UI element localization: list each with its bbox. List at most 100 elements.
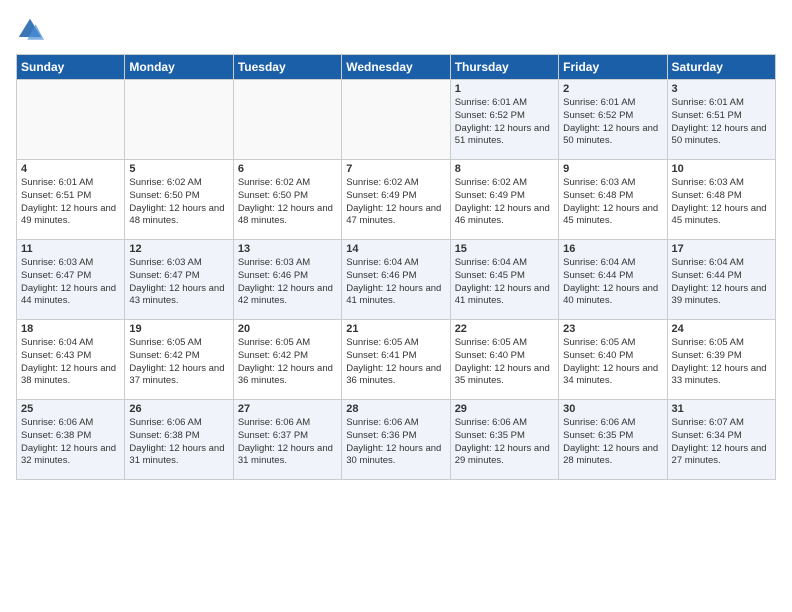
calendar-cell: 4 Sunrise: 6:01 AM Sunset: 6:51 PM Daylig… (17, 160, 125, 240)
cell-info: Sunrise: 6:03 AM Sunset: 6:48 PM Dayligh… (563, 177, 662, 228)
calendar-week-row: 11 Sunrise: 6:03 AM Sunset: 6:47 PM Dayli… (17, 240, 776, 320)
day-number: 20 (238, 323, 337, 335)
calendar-cell: 23 Sunrise: 6:05 AM Sunset: 6:40 PM Dayli… (559, 320, 667, 400)
calendar-cell: 14Sunrise: 6:04 AM Sunset: 6:46 PM Dayli… (342, 240, 450, 320)
day-number: 4 (21, 163, 120, 175)
calendar-cell: 24Sunrise: 6:05 AM Sunset: 6:39 PM Dayli… (667, 320, 775, 400)
day-number: 22 (455, 323, 554, 335)
calendar-cell: 21 Sunrise: 6:05 AM Sunset: 6:41 PM Dayli… (342, 320, 450, 400)
calendar-cell (342, 80, 450, 160)
cell-info: Sunrise: 6:04 AM Sunset: 6:45 PM Dayligh… (455, 257, 554, 308)
page-container: SundayMondayTuesdayWednesdayThursdayFrid… (0, 0, 792, 488)
cell-info: Sunrise: 6:04 AM Sunset: 6:44 PM Dayligh… (672, 257, 771, 308)
calendar-cell (233, 80, 341, 160)
calendar-cell: 7 Sunrise: 6:02 AM Sunset: 6:49 PM Daylig… (342, 160, 450, 240)
calendar-cell: 31 Sunrise: 6:07 AM Sunset: 6:34 PM Dayli… (667, 400, 775, 480)
day-number: 13 (238, 243, 337, 255)
calendar-week-row: 4 Sunrise: 6:01 AM Sunset: 6:51 PM Daylig… (17, 160, 776, 240)
cell-info: Sunrise: 6:05 AM Sunset: 6:42 PM Dayligh… (129, 337, 228, 388)
day-number: 15 (455, 243, 554, 255)
calendar-cell: 16Sunrise: 6:04 AM Sunset: 6:44 PM Dayli… (559, 240, 667, 320)
cell-info: Sunrise: 6:07 AM Sunset: 6:34 PM Dayligh… (672, 417, 771, 468)
cell-info: Sunrise: 6:01 AM Sunset: 6:52 PM Dayligh… (563, 97, 662, 148)
calendar-week-row: 18 Sunrise: 6:04 AM Sunset: 6:43 PM Dayli… (17, 320, 776, 400)
cell-info: Sunrise: 6:06 AM Sunset: 6:38 PM Dayligh… (129, 417, 228, 468)
calendar-cell: 12 Sunrise: 6:03 AM Sunset: 6:47 PM Dayli… (125, 240, 233, 320)
calendar-header-row: SundayMondayTuesdayWednesdayThursdayFrid… (17, 55, 776, 80)
day-number: 12 (129, 243, 228, 255)
calendar-cell: 27 Sunrise: 6:06 AM Sunset: 6:37 PM Dayli… (233, 400, 341, 480)
calendar-cell: 18 Sunrise: 6:04 AM Sunset: 6:43 PM Dayli… (17, 320, 125, 400)
cell-info: Sunrise: 6:03 AM Sunset: 6:47 PM Dayligh… (129, 257, 228, 308)
day-number: 31 (672, 403, 771, 415)
cell-info: Sunrise: 6:02 AM Sunset: 6:49 PM Dayligh… (346, 177, 445, 228)
day-number: 1 (455, 83, 554, 95)
day-number: 21 (346, 323, 445, 335)
calendar-cell (17, 80, 125, 160)
calendar-week-row: 25Sunrise: 6:06 AM Sunset: 6:38 PM Dayli… (17, 400, 776, 480)
cell-info: Sunrise: 6:01 AM Sunset: 6:51 PM Dayligh… (21, 177, 120, 228)
calendar-cell: 26 Sunrise: 6:06 AM Sunset: 6:38 PM Dayli… (125, 400, 233, 480)
cell-info: Sunrise: 6:03 AM Sunset: 6:48 PM Dayligh… (672, 177, 771, 228)
day-number: 23 (563, 323, 662, 335)
day-number: 27 (238, 403, 337, 415)
day-number: 5 (129, 163, 228, 175)
header-friday: Friday (559, 55, 667, 80)
calendar-cell: 8Sunrise: 6:02 AM Sunset: 6:49 PM Daylig… (450, 160, 558, 240)
calendar-cell: 19Sunrise: 6:05 AM Sunset: 6:42 PM Dayli… (125, 320, 233, 400)
day-number: 28 (346, 403, 445, 415)
logo-icon (16, 16, 44, 44)
cell-info: Sunrise: 6:01 AM Sunset: 6:51 PM Dayligh… (672, 97, 771, 148)
cell-info: Sunrise: 6:05 AM Sunset: 6:42 PM Dayligh… (238, 337, 337, 388)
calendar-cell: 28 Sunrise: 6:06 AM Sunset: 6:36 PM Dayli… (342, 400, 450, 480)
day-number: 18 (21, 323, 120, 335)
day-number: 26 (129, 403, 228, 415)
day-number: 8 (455, 163, 554, 175)
header-saturday: Saturday (667, 55, 775, 80)
cell-info: Sunrise: 6:04 AM Sunset: 6:44 PM Dayligh… (563, 257, 662, 308)
cell-info: Sunrise: 6:01 AM Sunset: 6:52 PM Dayligh… (455, 97, 554, 148)
page-header (16, 16, 776, 44)
day-number: 17 (672, 243, 771, 255)
header-monday: Monday (125, 55, 233, 80)
cell-info: Sunrise: 6:06 AM Sunset: 6:35 PM Dayligh… (563, 417, 662, 468)
calendar-cell: 25Sunrise: 6:06 AM Sunset: 6:38 PM Dayli… (17, 400, 125, 480)
cell-info: Sunrise: 6:05 AM Sunset: 6:40 PM Dayligh… (563, 337, 662, 388)
cell-info: Sunrise: 6:04 AM Sunset: 6:43 PM Dayligh… (21, 337, 120, 388)
day-number: 11 (21, 243, 120, 255)
cell-info: Sunrise: 6:05 AM Sunset: 6:40 PM Dayligh… (455, 337, 554, 388)
calendar-table: SundayMondayTuesdayWednesdayThursdayFrid… (16, 54, 776, 480)
day-number: 9 (563, 163, 662, 175)
day-number: 10 (672, 163, 771, 175)
day-number: 29 (455, 403, 554, 415)
calendar-cell: 15 Sunrise: 6:04 AM Sunset: 6:45 PM Dayli… (450, 240, 558, 320)
calendar-cell: 20 Sunrise: 6:05 AM Sunset: 6:42 PM Dayli… (233, 320, 341, 400)
cell-info: Sunrise: 6:06 AM Sunset: 6:36 PM Dayligh… (346, 417, 445, 468)
cell-info: Sunrise: 6:05 AM Sunset: 6:41 PM Dayligh… (346, 337, 445, 388)
day-number: 24 (672, 323, 771, 335)
day-number: 2 (563, 83, 662, 95)
calendar-cell: 10 Sunrise: 6:03 AM Sunset: 6:48 PM Dayli… (667, 160, 775, 240)
calendar-cell: 3Sunrise: 6:01 AM Sunset: 6:51 PM Daylig… (667, 80, 775, 160)
calendar-week-row: 1 Sunrise: 6:01 AM Sunset: 6:52 PM Daylig… (17, 80, 776, 160)
calendar-cell: 6 Sunrise: 6:02 AM Sunset: 6:50 PM Daylig… (233, 160, 341, 240)
cell-info: Sunrise: 6:06 AM Sunset: 6:35 PM Dayligh… (455, 417, 554, 468)
calendar-cell: 9 Sunrise: 6:03 AM Sunset: 6:48 PM Daylig… (559, 160, 667, 240)
header-sunday: Sunday (17, 55, 125, 80)
header-wednesday: Wednesday (342, 55, 450, 80)
calendar-cell: 30Sunrise: 6:06 AM Sunset: 6:35 PM Dayli… (559, 400, 667, 480)
cell-info: Sunrise: 6:06 AM Sunset: 6:37 PM Dayligh… (238, 417, 337, 468)
calendar-cell: 17 Sunrise: 6:04 AM Sunset: 6:44 PM Dayli… (667, 240, 775, 320)
calendar-cell: 1 Sunrise: 6:01 AM Sunset: 6:52 PM Daylig… (450, 80, 558, 160)
calendar-cell: 5 Sunrise: 6:02 AM Sunset: 6:50 PM Daylig… (125, 160, 233, 240)
header-tuesday: Tuesday (233, 55, 341, 80)
cell-info: Sunrise: 6:06 AM Sunset: 6:38 PM Dayligh… (21, 417, 120, 468)
cell-info: Sunrise: 6:02 AM Sunset: 6:50 PM Dayligh… (238, 177, 337, 228)
day-number: 7 (346, 163, 445, 175)
cell-info: Sunrise: 6:02 AM Sunset: 6:50 PM Dayligh… (129, 177, 228, 228)
logo (16, 16, 48, 44)
calendar-cell (125, 80, 233, 160)
header-thursday: Thursday (450, 55, 558, 80)
calendar-cell: 13Sunrise: 6:03 AM Sunset: 6:46 PM Dayli… (233, 240, 341, 320)
day-number: 6 (238, 163, 337, 175)
